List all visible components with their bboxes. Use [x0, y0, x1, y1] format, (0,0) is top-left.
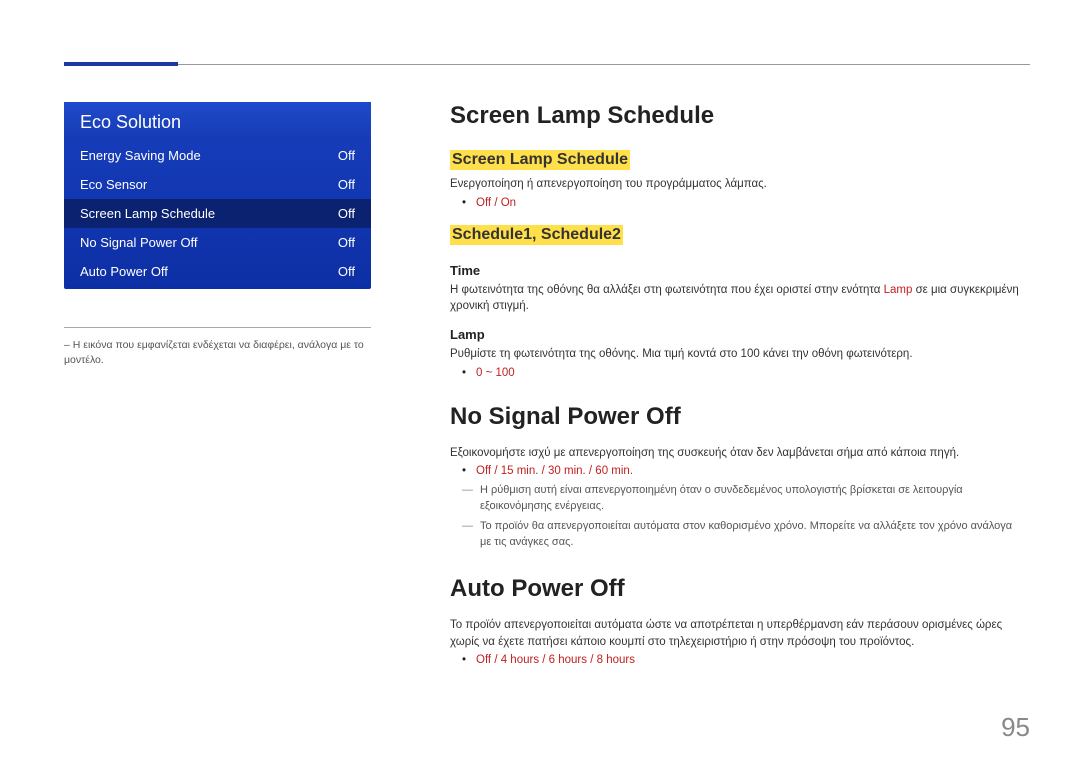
menu-item-value: Off	[338, 206, 355, 221]
nspo-bullets: Off / 15 min. / 30 min. / 60 min.	[450, 465, 1020, 477]
accent-bar	[64, 62, 178, 66]
menu-item-label: Auto Power Off	[80, 264, 168, 279]
content-area: Screen Lamp Schedule Screen Lamp Schedul…	[450, 96, 1020, 672]
menu-item-label: Screen Lamp Schedule	[80, 206, 215, 221]
page-number: 95	[1001, 712, 1030, 743]
menu-item-eco-sensor[interactable]: Eco Sensor Off	[64, 170, 371, 199]
nspo-note-2: Το προϊόν θα απενεργοποιείται αυτόματα σ…	[466, 519, 1020, 551]
menu-item-auto-power-off[interactable]: Auto Power Off Off	[64, 257, 371, 286]
heading-no-signal-power-off: No Signal Power Off	[450, 403, 1020, 431]
menu-item-energy-saving[interactable]: Energy Saving Mode Off	[64, 141, 371, 170]
subheading-schedule: Schedule1, Schedule2	[450, 225, 623, 245]
menu-item-label: No Signal Power Off	[80, 235, 198, 250]
heading-time: Time	[450, 263, 1020, 278]
nspo-option: Off / 15 min. / 30 min. / 60 min.	[466, 465, 1020, 477]
lamp-option: 0 ~ 100	[466, 367, 1020, 379]
sidebar-footnote: – Η εικόνα που εμφανίζεται ενδέχεται να …	[64, 338, 371, 367]
menu-item-value: Off	[338, 177, 355, 192]
apo-bullets: Off / 4 hours / 6 hours / 8 hours	[450, 654, 1020, 666]
menu-item-value: Off	[338, 264, 355, 279]
time-desc: Η φωτεινότητα της οθόνης θα αλλάξει στη …	[450, 282, 1020, 315]
sidebar: Eco Solution Energy Saving Mode Off Eco …	[64, 102, 371, 367]
sls-desc: Ενεργοποίηση ή απενεργοποίηση του προγρά…	[450, 176, 1020, 193]
lamp-bullets: 0 ~ 100	[450, 367, 1020, 379]
menu-item-screen-lamp-schedule[interactable]: Screen Lamp Schedule Off	[64, 199, 371, 228]
nspo-note-1: Η ρύθμιση αυτή είναι απενεργοποιημένη ότ…	[466, 483, 1020, 515]
menu-item-value: Off	[338, 235, 355, 250]
menu-title: Eco Solution	[64, 102, 371, 141]
menu-item-label: Energy Saving Mode	[80, 148, 201, 163]
time-desc-lamp: Lamp	[884, 284, 913, 296]
sls-bullets: Off / On	[450, 197, 1020, 209]
footnote-text: Η εικόνα που εμφανίζεται ενδέχεται να δι…	[64, 339, 364, 366]
menu-item-no-signal-power-off[interactable]: No Signal Power Off Off	[64, 228, 371, 257]
menu-item-label: Eco Sensor	[80, 177, 147, 192]
menu-item-value: Off	[338, 148, 355, 163]
top-rule	[64, 64, 1030, 65]
nspo-notes: Η ρύθμιση αυτή είναι απενεργοποιημένη ότ…	[450, 483, 1020, 551]
sls-option: Off / On	[466, 197, 1020, 209]
sidebar-divider	[64, 327, 371, 328]
time-desc-pre: Η φωτεινότητα της οθόνης θα αλλάξει στη …	[450, 284, 884, 296]
menu-panel: Eco Solution Energy Saving Mode Off Eco …	[64, 102, 371, 289]
lamp-desc: Ρυθμίστε τη φωτεινότητα της οθόνης. Μια …	[450, 346, 1020, 363]
apo-option: Off / 4 hours / 6 hours / 8 hours	[466, 654, 1020, 666]
heading-lamp: Lamp	[450, 327, 1020, 342]
heading-auto-power-off: Auto Power Off	[450, 575, 1020, 603]
heading-screen-lamp-schedule: Screen Lamp Schedule	[450, 102, 1020, 130]
apo-desc: Το προϊόν απενεργοποιείται αυτόματα ώστε…	[450, 617, 1020, 650]
subheading-screen-lamp-schedule: Screen Lamp Schedule	[450, 150, 630, 170]
nspo-desc: Εξοικονομήστε ισχύ με απενεργοποίηση της…	[450, 445, 1020, 462]
